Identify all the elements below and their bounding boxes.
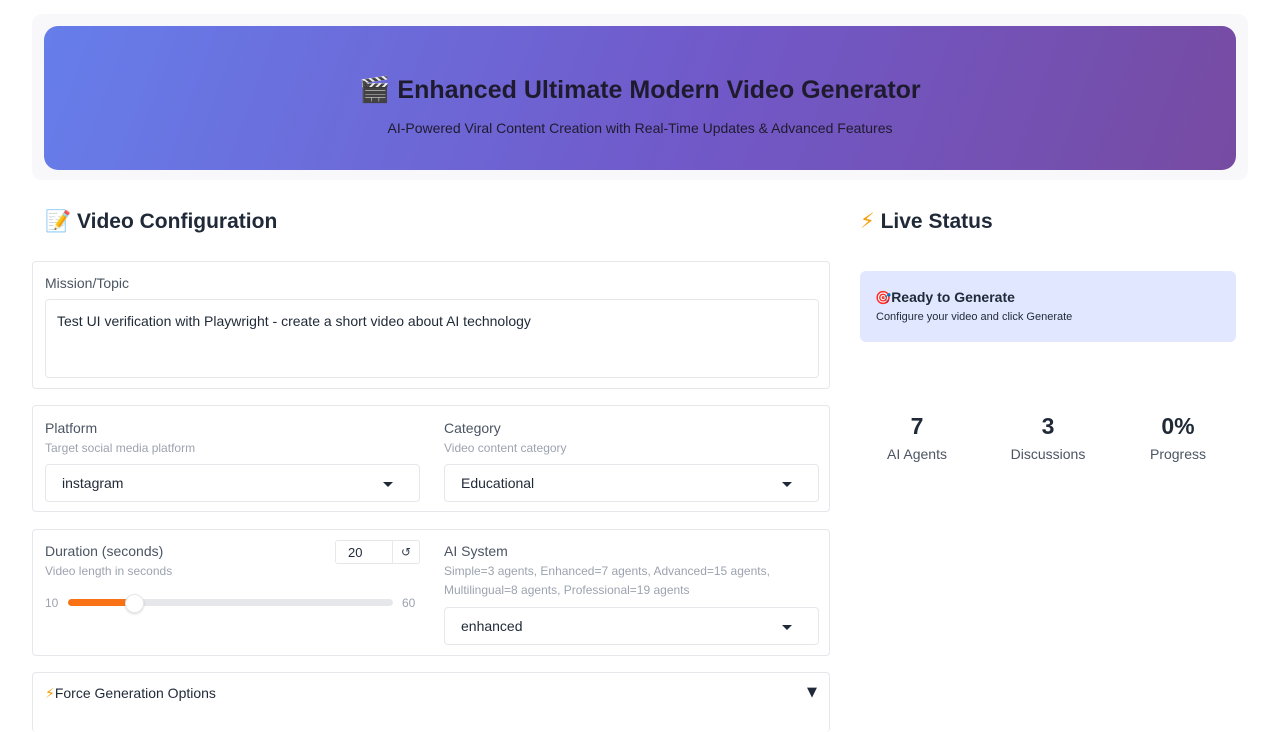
expand-toggle-icon[interactable]: ▼ [807,685,817,700]
duration-label: Duration (seconds) [45,543,164,559]
status-section-title: ⚡ Live Status [860,209,993,234]
app-title: 🎬 Enhanced Ultimate Modern Video Generat… [359,76,921,104]
stat-value: 3 [1041,413,1055,439]
app-subtitle: AI-Powered Viral Content Creation with R… [387,120,893,136]
status-box-title: 🎯Ready to Generate [875,289,1015,306]
platform-category-card: Platform Target social media platform in… [32,405,830,512]
stat-ai-agents: 7 AI Agents [852,413,982,462]
platform-label: Platform [45,420,98,436]
ai-system-select[interactable]: enhanced [444,607,819,645]
duration-number-input[interactable]: 20 [335,540,393,564]
config-title-text: Video Configuration [77,210,278,233]
duration-slider[interactable] [68,594,393,613]
platform-hint: Target social media platform [45,441,196,455]
status-box: 🎯Ready to Generate Configure your video … [860,271,1236,342]
stat-label: Progress [1149,446,1207,462]
ai-system-label: AI System [444,543,508,559]
duration-hint: Video length in seconds [45,564,173,578]
chevron-down-icon [782,625,792,630]
ai-system-hint: Simple=3 agents, Enhanced=7 agents, Adva… [444,564,770,597]
slider-fill [68,599,133,606]
slider-max-label: 60 [402,596,416,610]
status-box-title-text: Ready to Generate [891,289,1015,305]
mission-card: Mission/Topic Test UI verification with … [32,261,830,389]
status-box-text: Configure your video and click Generate [876,311,1073,323]
chevron-down-icon [383,482,393,487]
lightning-icon: ⚡ [860,209,875,233]
duration-ai-card: Duration (seconds) 20 ↺ Video length in … [32,529,830,656]
platform-value: instagram [62,475,124,491]
memo-icon: 📝 [45,209,72,233]
force-options-accordion[interactable]: ⚡Force Generation Options ▼ [32,672,830,732]
mission-textarea[interactable]: Test UI verification with Playwright - c… [45,299,819,378]
header-banner: 🎬 Enhanced Ultimate Modern Video Generat… [44,26,1236,170]
target-icon: 🎯 [875,291,892,306]
reset-icon[interactable]: ↺ [392,540,420,564]
slider-thumb[interactable] [125,594,144,613]
platform-select[interactable]: instagram [45,464,420,502]
config-section-title: 📝 Video Configuration [45,209,277,234]
lightning-icon: ⚡ [45,686,55,702]
force-options-header: ⚡Force Generation Options [45,685,216,702]
chevron-down-icon [782,482,792,487]
category-label: Category [444,420,501,436]
stat-progress: 0% Progress [1113,413,1243,462]
slider-min-label: 10 [45,596,59,610]
ai-system-value: enhanced [461,618,523,634]
force-options-label: Force Generation Options [54,685,216,701]
category-select[interactable]: Educational [444,464,819,502]
header-container: 🎬 Enhanced Ultimate Modern Video Generat… [32,14,1248,180]
status-title-text: Live Status [880,210,993,233]
stat-value: 0% [1161,413,1195,439]
stat-label: AI Agents [887,446,947,462]
stat-discussions: 3 Discussions [983,413,1113,462]
category-value: Educational [461,475,535,491]
category-hint: Video content category [444,441,567,455]
mission-label: Mission/Topic [45,275,130,291]
stat-value: 7 [910,413,924,439]
stat-label: Discussions [1010,446,1086,462]
